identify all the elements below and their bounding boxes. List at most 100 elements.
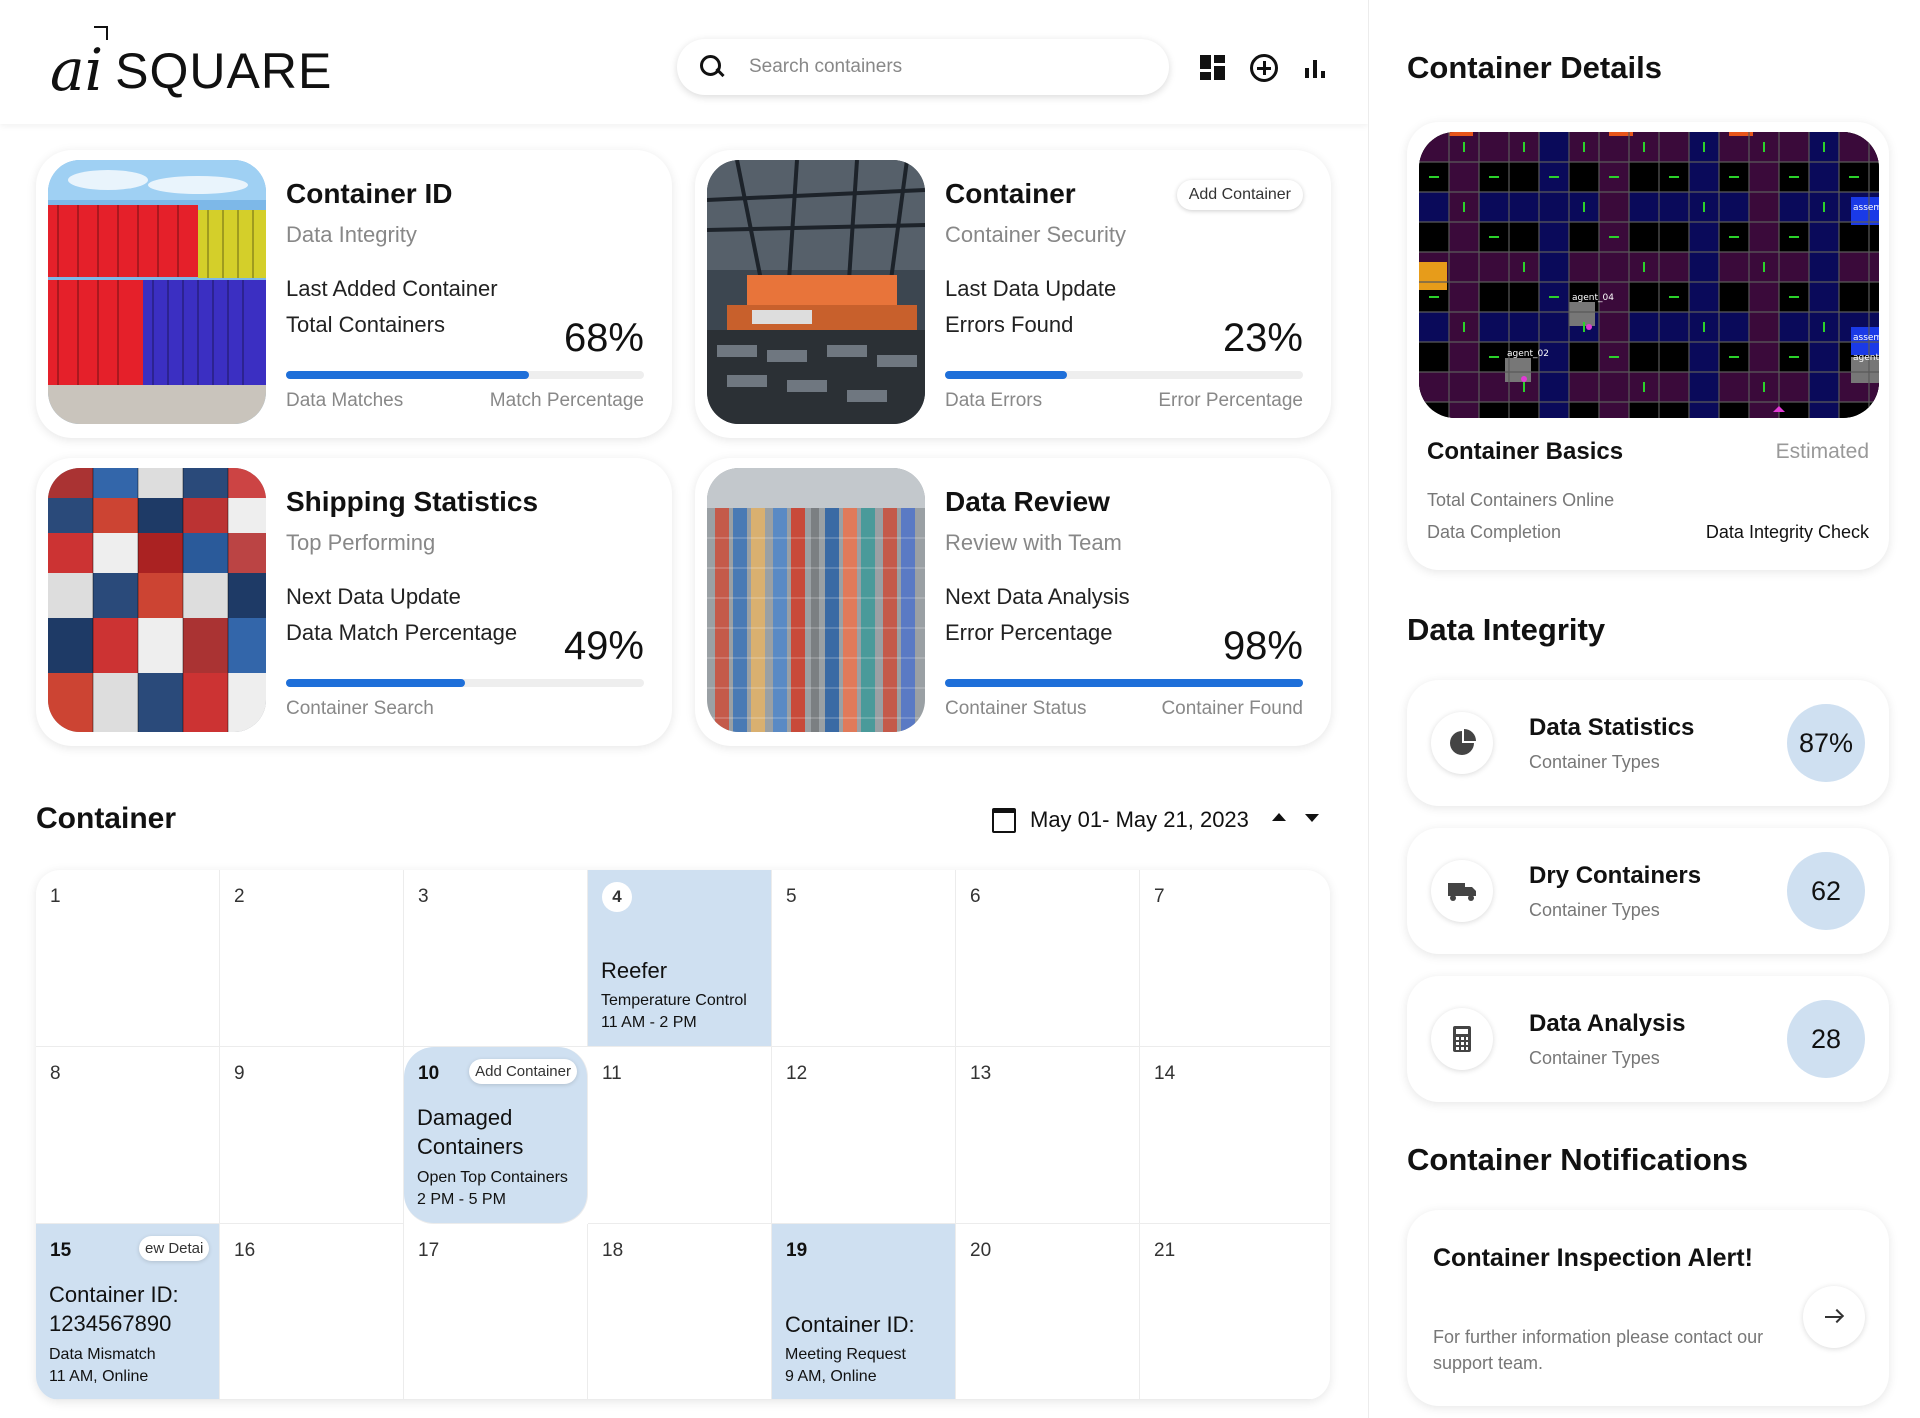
day-number: 5 [786,886,797,907]
calendar-day[interactable]: 1 [36,870,220,1047]
card-line-1: Next Data Analysis [945,584,1130,609]
calendar-day[interactable]: 6 [956,870,1140,1047]
day-number: 16 [234,1240,256,1261]
day-number: 6 [970,886,981,907]
calendar-day[interactable]: 3 [404,870,588,1047]
notification-title: Container Inspection Alert! [1433,1244,1753,1272]
day-number: 13 [970,1063,992,1084]
day-number: 1 [50,886,61,907]
calendar-day-event-container-id[interactable]: 15 ew Detai Container ID: 1234567890 Dat… [36,1224,220,1400]
card-subtitle: Top Performing [286,530,436,555]
day-number: 19 [786,1240,808,1261]
card-foot-right: Match Percentage [489,390,644,411]
stat-card-shipping-statistics[interactable]: Shipping Statistics Top Performing Next … [36,458,672,746]
dashboard-icon[interactable] [1199,54,1227,82]
card-subtitle: Container Security [945,222,1126,247]
progress-fill [945,679,1303,687]
event-detail: Meeting Request [785,1346,906,1363]
pie-chart-icon [1431,712,1493,774]
stat-card-data-review[interactable]: Data Review Review with Team Next Data A… [695,458,1331,746]
calendar-icon [992,807,1016,833]
container-details-card[interactable]: agent_04 agent_02 agent_ assem assem Con… [1407,122,1889,570]
day-number: 11 [602,1063,622,1084]
logo-mark [94,26,108,40]
calendar-day[interactable]: 14 [1140,1047,1330,1224]
arrow-right-icon[interactable] [1803,1286,1865,1348]
calendar-day-event-meeting[interactable]: 19 Container ID: Meeting Request 9 AM, O… [772,1224,956,1400]
card-title: Container [945,178,1076,209]
calendar-day-event-reefer[interactable]: 4 Reefer Temperature Control 11 AM - 2 P… [588,870,772,1047]
calendar-day[interactable]: 17 [404,1224,588,1400]
calendar-day[interactable]: 12 [772,1047,956,1224]
progress-track [286,679,644,687]
card-subtitle: Review with Team [945,530,1122,555]
card-foot-left: Data Matches [286,390,404,411]
add-container-button[interactable]: Add Container [469,1059,577,1084]
progress-fill [286,371,530,379]
progress-track [945,679,1303,687]
day-number: 17 [418,1240,440,1261]
integrity-title: Data Statistics [1529,714,1695,741]
calendar-day[interactable]: 5 [772,870,956,1047]
add-container-button[interactable]: Add Container [1176,180,1303,210]
calendar-title: Container [36,802,177,835]
integrity-value: 28 [1787,1000,1865,1078]
calendar-day[interactable]: 2 [220,870,404,1047]
card-title: Shipping Statistics [286,486,539,517]
card-line-1: Next Data Update [286,584,461,609]
card-foot-right: Error Percentage [1158,390,1303,411]
caret-up-icon[interactable] [1272,813,1286,821]
card-foot-right: Container Found [1161,698,1303,719]
card-line-2: Error Percentage [945,620,1113,645]
progress-fill [286,679,465,687]
day-number: 7 [1154,886,1165,907]
card-foot-left: Container Search [286,698,434,719]
calendar-day-event-damaged[interactable]: 10 Add Container Damaged Containers Open… [404,1047,588,1224]
stat-card-container-id[interactable]: Container ID Data Integrity Last Added C… [36,150,672,438]
card-title: Data Review [945,486,1110,517]
calendar-day[interactable]: 7 [1140,870,1330,1047]
notification-card[interactable]: Container Inspection Alert! For further … [1407,1210,1889,1406]
day-number: 18 [602,1240,624,1261]
calendar-day[interactable]: 18 [588,1224,772,1400]
integrity-title: Dry Containers [1529,862,1702,889]
calendar-day[interactable]: 9 [220,1047,404,1224]
add-circle-icon[interactable] [1250,54,1278,82]
search-input[interactable] [747,55,1131,79]
event-detail: Open Top Containers [417,1169,568,1186]
calendar-day[interactable]: 21 [1140,1224,1330,1400]
day-number: 20 [970,1240,992,1261]
calendar-day[interactable]: 8 [36,1047,220,1224]
card-foot-left: Container Status [945,698,1087,719]
event-title-line-2: Containers [417,1134,524,1159]
calendar-day[interactable]: 16 [220,1224,404,1400]
stat-card-container-security[interactable]: Container Add Container Container Securi… [695,150,1331,438]
bar-chart-icon[interactable] [1302,54,1330,82]
event-time: 11 AM - 2 PM [601,1014,697,1031]
top-bar: ai SQUARE [0,0,1368,124]
integrity-value: 87% [1787,704,1865,782]
caret-down-icon[interactable] [1305,814,1319,822]
station-label: assem [1853,333,1879,343]
search-bar[interactable] [677,39,1169,95]
basics-line-1: Total Containers Online [1427,490,1615,510]
day-number: 14 [1154,1063,1176,1084]
logo-ai: ai [50,36,104,104]
integrity-card-data-analysis[interactable]: Data Analysis Container Types 28 [1407,976,1889,1102]
integrity-card-data-statistics[interactable]: Data Statistics Container Types 87% [1407,680,1889,806]
calendar-grid: 1 2 3 4 Reefer Temperature Control 11 AM… [36,870,1330,1400]
calendar-day[interactable]: 13 [956,1047,1140,1224]
main-area: ai SQUARE Search containers Container ID… [0,0,1368,1418]
container-details-title: Container Details [1407,50,1662,85]
event-time: 9 AM, Online [785,1368,877,1385]
progress-fill [945,371,1067,379]
card-line-2: Errors Found [945,312,1074,337]
event-time: 11 AM, Online [49,1368,149,1385]
view-details-button[interactable]: ew Detai [139,1236,209,1261]
notification-body: For further information please contact o… [1433,1327,1764,1373]
calendar-day[interactable]: 11 [588,1047,772,1224]
integrity-card-dry-containers[interactable]: Dry Containers Container Types 62 [1407,828,1889,954]
truck-icon [1431,860,1493,922]
calendar-day[interactable]: 20 [956,1224,1140,1400]
date-range-picker[interactable]: May 01- May 21, 2023 [992,803,1249,837]
